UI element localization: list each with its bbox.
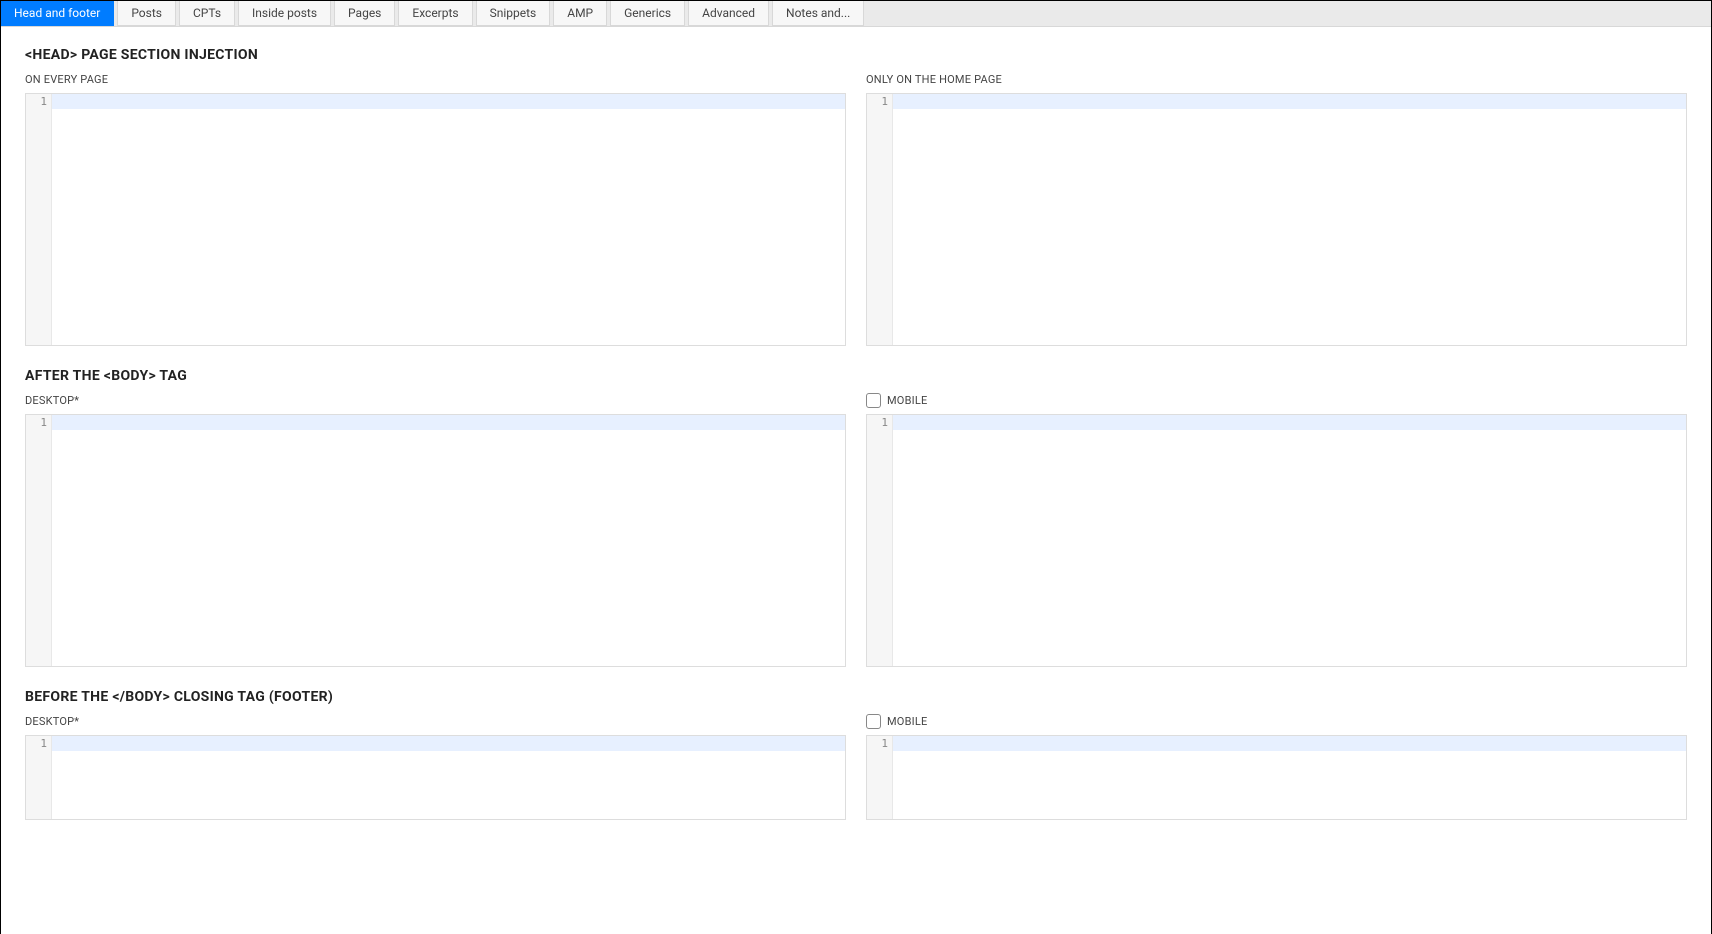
code-area[interactable] [893,736,1686,819]
tab-snippets[interactable]: Snippets [476,1,551,26]
active-line [52,736,845,751]
tab-advanced[interactable]: Advanced [688,1,769,26]
label-head-home-page: ONLY ON THE HOME PAGE [866,71,1687,87]
code-area[interactable] [893,94,1686,345]
editor-footer-mobile[interactable]: 1 [866,735,1687,820]
editor-gutter: 1 [26,736,52,819]
editor-head-home-page[interactable]: 1 [866,93,1687,346]
label-after-body-mobile: MOBILE [887,394,927,407]
editor-gutter: 1 [26,94,52,345]
code-area[interactable] [893,415,1686,666]
editor-gutter: 1 [867,415,893,666]
active-line [893,736,1686,751]
tab-bar: Head and footer Posts CPTs Inside posts … [1,1,1711,27]
tab-amp[interactable]: AMP [553,1,607,26]
editor-head-every-page[interactable]: 1 [25,93,846,346]
label-after-body-desktop: DESKTOP* [25,392,846,408]
editor-gutter: 1 [867,94,893,345]
tab-pages[interactable]: Pages [334,1,395,26]
editor-gutter: 1 [867,736,893,819]
tab-inside-posts[interactable]: Inside posts [238,1,331,26]
section-title-after-body: AFTER THE <BODY> TAG [25,368,1687,384]
code-area[interactable] [52,415,845,666]
label-footer-desktop: DESKTOP* [25,713,846,729]
tab-head-and-footer[interactable]: Head and footer [1,1,114,26]
tab-generics[interactable]: Generics [610,1,685,26]
tab-cpts[interactable]: CPTs [179,1,235,26]
tab-excerpts[interactable]: Excerpts [398,1,472,26]
section-title-head: <HEAD> PAGE SECTION INJECTION [25,47,1687,63]
checkbox-footer-mobile[interactable] [866,714,881,729]
editor-after-body-desktop[interactable]: 1 [25,414,846,667]
label-footer-mobile: MOBILE [887,715,927,728]
checkbox-after-body-mobile[interactable] [866,393,881,408]
label-head-every-page: ON EVERY PAGE [25,71,846,87]
active-line [893,94,1686,109]
editor-after-body-mobile[interactable]: 1 [866,414,1687,667]
editor-footer-desktop[interactable]: 1 [25,735,846,820]
tab-notes-and[interactable]: Notes and... [772,1,864,26]
editor-gutter: 1 [26,415,52,666]
code-area[interactable] [52,736,845,819]
section-title-before-body-close: BEFORE THE </BODY> CLOSING TAG (FOOTER) [25,689,1687,705]
active-line [52,415,845,430]
active-line [52,94,845,109]
tab-posts[interactable]: Posts [117,1,176,26]
code-area[interactable] [52,94,845,345]
active-line [893,415,1686,430]
